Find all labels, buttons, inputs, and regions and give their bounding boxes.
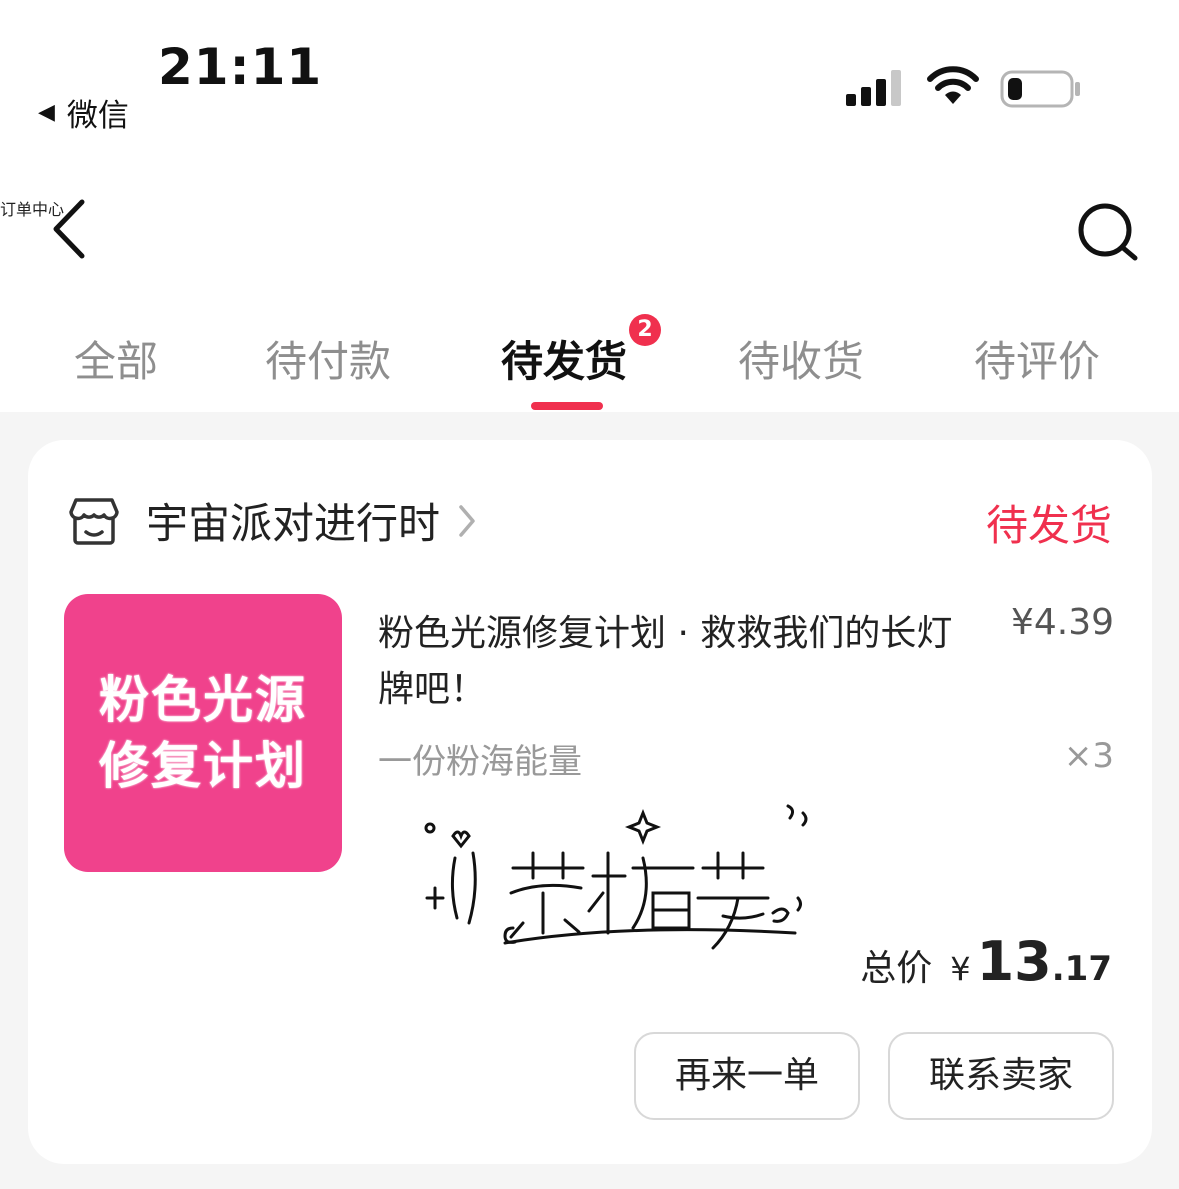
back-triangle-icon: ◀ xyxy=(38,100,55,125)
total-decimal: .17 xyxy=(1051,949,1112,989)
total-integer: 13 xyxy=(976,930,1052,993)
order-card[interactable]: 宇宙派对进行时 待发货 粉色光源 修复计划 粉色光源修复计划 · 救救我们的长灯… xyxy=(28,440,1152,1164)
tab-all[interactable]: 全部 xyxy=(74,328,158,389)
page-title: 订单中心 xyxy=(0,200,65,219)
battery-low-icon xyxy=(1000,70,1080,108)
product-variant: 一份粉海能量 xyxy=(378,742,582,782)
store-icon xyxy=(69,497,119,545)
back-app-label: 微信 xyxy=(66,98,129,134)
wifi-icon xyxy=(927,66,979,104)
reorder-button[interactable]: 再来一单 xyxy=(634,1032,860,1120)
status-time: 21:11 xyxy=(158,38,323,96)
contact-seller-button[interactable]: 联系卖家 xyxy=(888,1032,1114,1120)
thumbnail-text-line-1: 粉色光源 xyxy=(99,671,307,729)
back-to-app-link[interactable]: ◀ 微信 xyxy=(38,90,129,135)
tab-pending-review[interactable]: 待评价 xyxy=(974,328,1100,389)
unit-price: ¥4.39 xyxy=(1010,602,1114,643)
order-status: 待发货 xyxy=(985,501,1112,550)
tab-pending-shipment[interactable]: 待发货 2 xyxy=(501,314,662,389)
tab-pending-payment[interactable]: 待付款 xyxy=(265,328,391,389)
cellular-signal-icon xyxy=(846,70,901,106)
product-title[interactable]: 粉色光源修复计划 · 救救我们的长灯牌吧！ xyxy=(378,606,978,718)
nav-bar xyxy=(0,150,1179,300)
order-total: 总价 ¥ 13 .17 xyxy=(860,930,1112,993)
total-currency: ¥ xyxy=(950,950,971,988)
product-quantity: ×3 xyxy=(1063,736,1114,776)
shop-name: 宇宙派对进行时 xyxy=(146,499,441,548)
handwritten-signature-image xyxy=(424,804,808,950)
tab-pending-shipment-label: 待发货 xyxy=(501,337,628,386)
chevron-right-icon xyxy=(459,504,475,537)
tab-pending-receipt[interactable]: 待收货 xyxy=(738,328,864,389)
thumbnail-text-line-2: 修复计划 xyxy=(99,737,307,795)
order-tabs: 全部 待付款 待发货 2 待收货 待评价 xyxy=(0,300,1179,412)
shop-link[interactable]: 宇宙派对进行时 xyxy=(68,490,478,551)
total-label: 总价 xyxy=(860,948,933,989)
status-bar: 21:11 ◀ 微信 xyxy=(0,0,1179,150)
count-badge: 2 xyxy=(629,314,662,346)
active-tab-indicator xyxy=(531,402,603,410)
product-thumbnail[interactable]: 粉色光源 修复计划 xyxy=(64,594,342,872)
